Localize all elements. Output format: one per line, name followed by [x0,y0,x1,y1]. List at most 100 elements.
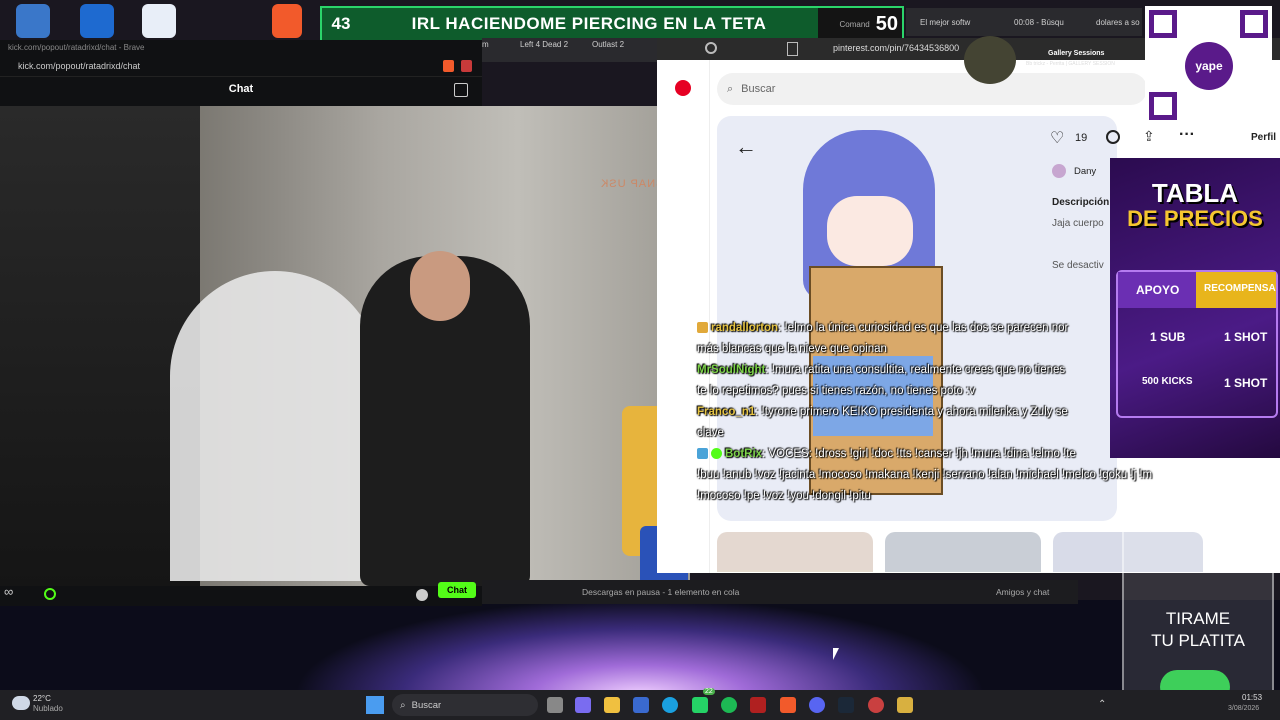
app-shortcut-icon[interactable] [80,4,114,38]
clock-date[interactable]: 3/08/2026 [1228,705,1259,712]
price-row-2-b: 1 SHOT [1224,376,1268,390]
tab-5[interactable]: Outlast 2 [592,40,624,49]
back-arrow-icon[interactable]: ← [735,132,765,162]
steam-icon[interactable] [838,697,854,713]
chat-message: randallorton: !elmo la única curiosidad … [697,318,1117,360]
avatar[interactable] [1052,164,1066,178]
chat-text: : !elmo la única curiosidad es que las d… [778,322,1069,334]
pinterest-logo-icon[interactable] [675,80,691,96]
downloads-status[interactable]: Descargas en pausa - 1 elemento en cola [582,587,739,597]
heart-icon[interactable]: ♡ [1050,128,1070,148]
more-options-icon[interactable]: ··· [1179,126,1195,144]
user-list-icon[interactable] [454,83,468,97]
chat-username: MrSoulNight [697,364,766,376]
browser-tab-strip: El mejor softw 00:08 - Búsqu dolares a s… [906,8,1142,36]
clock-time[interactable]: 01:53 [1242,693,1262,702]
chat-title: Chat [228,83,254,95]
weather-temp[interactable]: 22°C [33,694,51,703]
spotify-icon[interactable] [721,697,737,713]
subscriber-badge-icon [697,322,708,334]
recycle-bin-icon[interactable] [16,4,50,38]
tab-2[interactable]: 00:08 - Búsqu [1014,18,1064,27]
brave-icon[interactable] [272,4,302,38]
banner-command-label: Comand [839,19,870,29]
anime-face [827,196,913,266]
obs-icon[interactable] [868,697,884,713]
price-table-title: TABLA DE PRECIOS [1110,158,1280,232]
dota-icon[interactable] [750,697,766,713]
app-icon[interactable] [897,697,913,713]
chat-text-cont: clave [697,427,724,439]
taskbar-search[interactable]: ⌕ Buscar [392,694,538,716]
banner-command: Comand 50 [818,8,902,40]
tip-jar-line-1: TIRAME [1165,609,1231,628]
chat-username: BotRix [725,448,763,460]
price-col-2: RECOMPENSA [1204,283,1276,294]
brave-shield-icon[interactable] [443,60,454,72]
stream-video: SNAP USK [0,106,690,586]
taskbar-search-label[interactable]: Buscar [412,700,442,711]
settings-gear-icon[interactable] [416,589,428,601]
brave-taskbar-icon[interactable] [780,697,796,713]
file-explorer-icon[interactable] [604,697,620,713]
price-title-main: TABLA [1151,178,1239,208]
discord-icon[interactable] [809,697,825,713]
price-table-overlay: TABLA DE PRECIOS APOYO RECOMPENSA 1 SUB … [1110,158,1280,458]
now-playing-widget: Gallery Sessions Bb trickz - Perrita | G… [964,36,1140,84]
search-icon: ⌕ [727,82,734,95]
pin-author[interactable]: Dany [1074,166,1096,177]
price-col-1: APOYO [1136,283,1180,297]
comments-disabled-note: Se desactiv [1052,260,1104,271]
like-count: 19 [1075,132,1088,144]
tab-4[interactable]: Left 4 Dead 2 [520,40,568,49]
kick-chat-header: Chat [0,77,482,101]
app-shortcut-icon-2[interactable] [142,4,176,38]
kick-url-text[interactable]: kick.com/popout/ratadrixd/chat [18,61,140,71]
weather-condition[interactable]: Nublado [33,704,63,713]
friends-chat-link[interactable]: Amigos y chat [996,587,1049,597]
pinterest-url[interactable]: pinterest.com/pin/76434536800 [833,43,959,53]
store-icon[interactable] [633,697,649,713]
search-icon: ⌕ [400,699,406,711]
edge-icon[interactable] [662,697,678,713]
downloads-bar: Descargas en pausa - 1 elemento en cola … [482,580,1078,604]
windows-start-icon[interactable] [366,696,384,714]
reload-icon[interactable] [705,42,717,54]
related-pin-2[interactable] [885,532,1041,572]
share-icon[interactable]: ⇪ [1143,128,1155,145]
profile-link[interactable]: Perfil [1251,132,1276,143]
kick-address-bar[interactable]: kick.com/popout/ratadrixd/chat [0,56,482,77]
whatsapp-icon[interactable] [692,697,708,713]
qr-finder-bottom-left [1149,92,1177,120]
tray-chevron-icon[interactable]: ⌃ [1098,699,1110,711]
copilot-icon[interactable] [575,697,591,713]
video-watermark: SNAP USK [600,178,664,190]
chat-username: Franco_n1 [697,406,756,418]
background-window-tabs: m Left 4 Dead 2 Outlast 2 [482,38,657,62]
stream-banner: 43 IRL HACIENDOME PIERCING EN LA TETA Co… [320,6,904,42]
tab-3[interactable]: dolares a so [1096,18,1140,27]
related-pin-1[interactable] [717,532,873,572]
chat-text-cont: te lo repetimos? pues si tienes razón, n… [697,385,976,397]
task-view-icon[interactable] [547,697,563,713]
chat-send-button[interactable]: Chat [438,582,476,598]
price-row-2-a: 500 KICKS [1142,376,1193,387]
bookmark-icon[interactable] [787,42,798,56]
chat-text: : !mura ratita una consultita, realmente… [765,364,1066,376]
tab-1[interactable]: El mejor softw [920,18,970,27]
verified-badge-icon [711,448,722,460]
comment-icon[interactable] [1106,130,1120,144]
yape-logo: yape [1185,42,1233,90]
brave-rewards-icon[interactable] [461,60,472,72]
chat-text: : VOCES: !dross !girl !doc !tts !canser … [762,448,1076,460]
price-row-1-a: 1 SUB [1150,330,1186,344]
price-title-sub: DE PRECIOS [1127,206,1263,231]
description-heading: Descripción [1052,197,1110,208]
weather-cloud-icon[interactable] [12,696,30,710]
chat-message: MrSoulNight: !mura ratita una consultita… [697,360,1117,402]
search-placeholder[interactable]: Buscar [741,83,775,95]
chat-text-cont2: !mocoso !pe !voz !you !dongil !pitu [697,490,871,502]
whatsapp-badge: 22 [703,688,715,695]
chat-text: : !tyrone primero KEIKO presidenta y aho… [755,406,1068,418]
tab-6[interactable]: m [482,40,489,49]
